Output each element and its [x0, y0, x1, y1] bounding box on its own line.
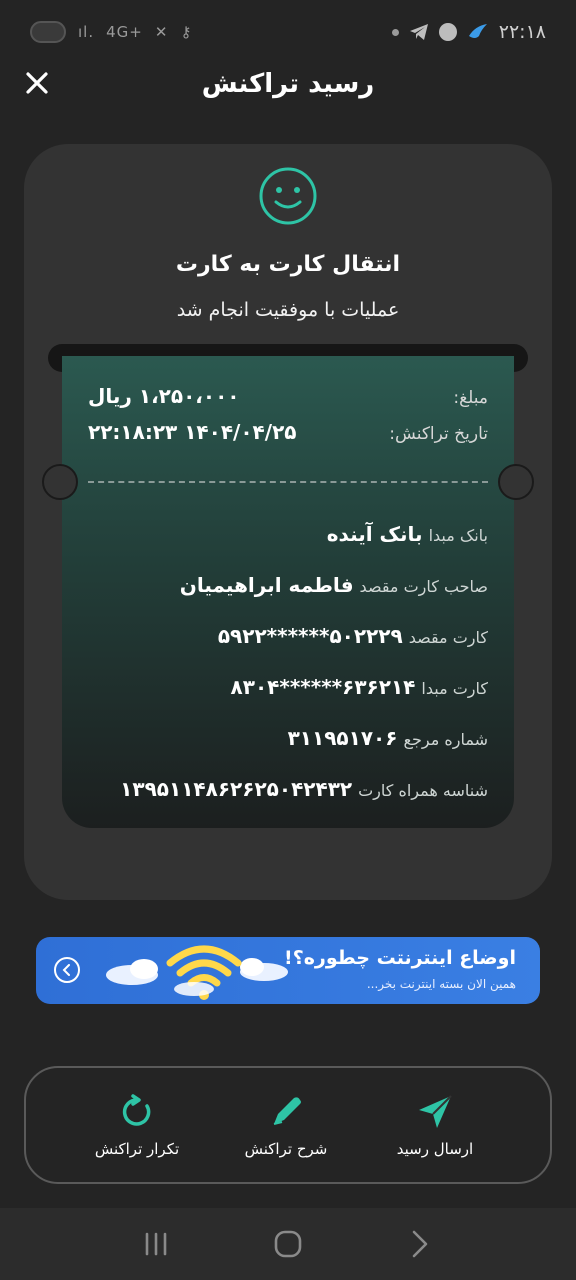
- success-smiley-icon: [259, 167, 317, 225]
- network-type-label: 4G+: [106, 23, 143, 41]
- receipt-card: انتقال کارت به کارت عملیات با موفقیت انج…: [24, 144, 552, 900]
- wifi-clouds-icon: [106, 945, 288, 1000]
- battery-saver-icon: [30, 21, 66, 43]
- detail-value: ۳۱۱۹۵۱۷۰۶: [287, 726, 398, 750]
- receipt-ticket: مبلغ: ۱،۲۵۰،۰۰۰ ریال تاریخ تراکنش: ۱۴۰۴/…: [42, 356, 534, 828]
- detail-value: ۶۳۶۲۱۴******۸۳۰۴: [230, 675, 416, 699]
- mute-icon: ✕: [154, 23, 169, 41]
- repeat-icon: [117, 1092, 157, 1132]
- status-right: ۲۲:۱۸: [391, 21, 546, 43]
- repeat-transaction-button[interactable]: تکرار تراکنش: [62, 1092, 212, 1158]
- repeat-transaction-label: تکرار تراکنش: [94, 1140, 180, 1158]
- amount-row: مبلغ: ۱،۲۵۰،۰۰۰ ریال: [88, 384, 488, 408]
- app-bird-icon: [468, 24, 487, 38]
- ticket-notch-right: [498, 464, 534, 500]
- send-receipt-label: ارسال رسید: [396, 1140, 474, 1158]
- detail-row: کارت مبدا ۶۳۶۲۱۴******۸۳۰۴: [231, 675, 488, 699]
- date-row: تاریخ تراکنش: ۱۴۰۴/۰۴/۲۵ ۲۲:۱۸:۲۳: [88, 420, 488, 444]
- chat-app-icon: [438, 23, 457, 41]
- close-icon: [26, 72, 48, 94]
- transaction-note-label: شرح تراکنش: [244, 1140, 328, 1158]
- close-button[interactable]: [20, 66, 54, 100]
- amount-label: مبلغ:: [453, 388, 488, 408]
- detail-value: ۵۰۲۲۲۹******۵۹۲۲: [217, 624, 403, 648]
- status-bar: ıl. 4G+ ✕ ⚷ ۲۲:۱۸: [0, 0, 576, 64]
- back-button[interactable]: [400, 1224, 440, 1264]
- detail-label: شماره مرجع: [403, 730, 488, 749]
- detail-value: ۱۳۹۵۱۱۴۸۶۲۶۲۵۰۴۲۴۳۲: [120, 777, 353, 801]
- transaction-type: انتقال کارت به کارت: [175, 252, 401, 277]
- detail-row: صاحب کارت مقصد فاطمه ابراهیمیان: [180, 573, 488, 597]
- date-value: ۱۴۰۴/۰۴/۲۵ ۲۲:۱۸:۲۳: [88, 420, 297, 444]
- transaction-status: عملیات با موفقیت انجام شد: [176, 299, 400, 321]
- send-receipt-button[interactable]: ارسال رسید: [360, 1092, 510, 1158]
- status-left: ıl. 4G+ ✕ ⚷: [30, 21, 192, 43]
- home-button[interactable]: [268, 1224, 308, 1264]
- notification-dot-icon: [391, 28, 399, 36]
- banner-title: اوضاع اینترنتت چطوره؟!: [284, 947, 516, 969]
- vpn-key-icon: ⚷: [180, 23, 193, 41]
- recent-apps-button[interactable]: [136, 1224, 176, 1264]
- ticket-notch-left: [42, 464, 78, 500]
- detail-label: کارت مقصد: [408, 628, 488, 647]
- detail-row: شماره مرجع ۳۱۱۹۵۱۷۰۶: [288, 726, 488, 750]
- detail-row: شناسه همراه کارت ۱۳۹۵۱۱۴۸۶۲۶۲۵۰۴۲۴۳۲: [120, 777, 488, 801]
- pencil-icon: [266, 1092, 306, 1132]
- detail-value: فاطمه ابراهیمیان: [179, 573, 354, 597]
- detail-label: شناسه همراه کارت: [358, 781, 488, 800]
- detail-label: صاحب کارت مقصد: [359, 577, 488, 596]
- detail-value: بانک آینده: [326, 522, 423, 546]
- date-label: تاریخ تراکنش:: [389, 424, 488, 444]
- header: رسید تراکنش: [0, 64, 576, 104]
- detail-row: بانک مبدا بانک آینده: [327, 522, 488, 546]
- amount-value: ۱،۲۵۰،۰۰۰ ریال: [88, 384, 240, 408]
- detail-row: کارت مقصد ۵۰۲۲۲۹******۵۹۲۲: [218, 624, 488, 648]
- banner-chevron-left-icon[interactable]: [54, 957, 80, 983]
- send-icon: [415, 1092, 455, 1132]
- status-time: ۲۲:۱۸: [498, 21, 546, 43]
- recent-apps-icon: [145, 1232, 167, 1256]
- transaction-note-button[interactable]: شرح تراکنش: [211, 1092, 361, 1158]
- home-icon: [274, 1230, 302, 1258]
- ticket-divider: [88, 481, 488, 483]
- banner-subtitle: همین الان بسته اینترنت بخر...: [366, 977, 516, 991]
- telegram-icon: [409, 24, 428, 40]
- signal-icon: ıl.: [78, 23, 95, 41]
- detail-label: کارت مبدا: [421, 679, 488, 698]
- internet-ad-banner[interactable]: اوضاع اینترنتت چطوره؟! همین الان بسته ای…: [36, 937, 540, 1004]
- back-chevron-icon: [412, 1230, 428, 1258]
- page-title: رسید تراکنش: [201, 69, 375, 99]
- system-nav-bar: [0, 1208, 576, 1280]
- actions-panel: ارسال رسید شرح تراکنش تکرار تراکنش: [24, 1066, 552, 1184]
- detail-label: بانک مبدا: [428, 526, 488, 545]
